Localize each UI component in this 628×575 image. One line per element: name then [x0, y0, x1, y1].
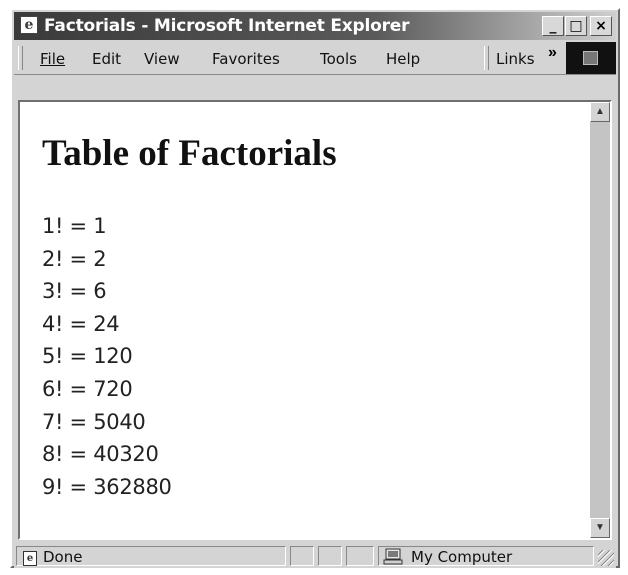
close-button[interactable]: ×	[590, 16, 612, 36]
minimize-button[interactable]: _	[542, 16, 564, 36]
menu-view-label: View	[144, 50, 180, 68]
windows-logo-throbber	[566, 42, 616, 74]
page-viewport[interactable]: Table of Factorials 1! = 1 2! = 2 3! = 6…	[20, 102, 590, 538]
links-button[interactable]: Links	[496, 50, 535, 68]
status-pane-lock	[318, 546, 342, 566]
factorial-line: 7! = 5040	[42, 409, 146, 434]
scroll-up-arrow-icon[interactable]: ▲	[590, 102, 610, 122]
menu-file[interactable]: File	[40, 50, 65, 68]
factorial-line: 2! = 2	[42, 246, 107, 271]
factorial-line: 6! = 720	[42, 376, 133, 401]
menu-edit[interactable]: Edit	[92, 50, 121, 68]
status-pane-progress	[290, 546, 314, 566]
menu-file-label: File	[40, 50, 66, 68]
internet-explorer-icon[interactable]: e	[20, 16, 38, 34]
factorial-line: 9! = 362880	[42, 474, 172, 499]
title-bar[interactable]: e Factorials - Microsoft Internet Explor…	[14, 12, 616, 40]
computer-icon	[383, 548, 403, 565]
status-text: Done	[43, 548, 83, 566]
factorial-line: 1! = 1	[42, 214, 107, 238]
links-grip[interactable]	[484, 46, 489, 70]
menu-tools[interactable]: Tools	[320, 50, 357, 68]
menu-bar: File Edit View Favorites Tools Help Link…	[14, 42, 616, 75]
status-pane-blank	[346, 546, 374, 566]
browser-window: e Factorials - Microsoft Internet Explor…	[10, 8, 620, 568]
status-pane-main: e Done	[16, 546, 286, 566]
status-bar: e Done My Computer	[14, 544, 616, 568]
vertical-scrollbar[interactable]: ▲ ▼	[590, 102, 610, 538]
scroll-down-arrow-icon[interactable]: ▼	[590, 518, 610, 538]
zone-text: My Computer	[411, 548, 513, 566]
factorial-list: 1! = 1 2! = 2 3! = 6 4! = 24 5! = 120 6!…	[42, 210, 172, 503]
links-label: Links	[496, 50, 535, 68]
status-pane-zone: My Computer	[378, 546, 594, 566]
page-heading: Table of Factorials	[42, 133, 337, 174]
factorial-line: 4! = 24	[42, 311, 120, 336]
menu-tools-label: Tools	[320, 50, 357, 68]
page-icon: e	[23, 551, 37, 566]
toolbar-grip[interactable]	[18, 46, 23, 70]
content-frame: Table of Factorials 1! = 1 2! = 2 3! = 6…	[18, 100, 612, 540]
chevron-icon[interactable]: »	[548, 44, 557, 62]
factorial-line: 8! = 40320	[42, 442, 159, 467]
maximize-button[interactable]: □	[565, 16, 587, 36]
menu-favorites[interactable]: Favorites	[212, 50, 280, 68]
factorial-line: 3! = 6	[42, 279, 107, 304]
windows-logo-icon	[583, 51, 598, 65]
menu-view[interactable]: View	[144, 50, 180, 68]
menu-help-label: Help	[386, 50, 421, 68]
factorial-line: 5! = 120	[42, 344, 133, 369]
menu-edit-label: Edit	[92, 50, 122, 68]
menu-favorites-label: Favorites	[212, 50, 280, 68]
menu-help[interactable]: Help	[386, 50, 420, 68]
resize-grip-icon[interactable]	[598, 550, 614, 566]
window-title: Factorials - Microsoft Internet Explorer	[44, 16, 410, 36]
